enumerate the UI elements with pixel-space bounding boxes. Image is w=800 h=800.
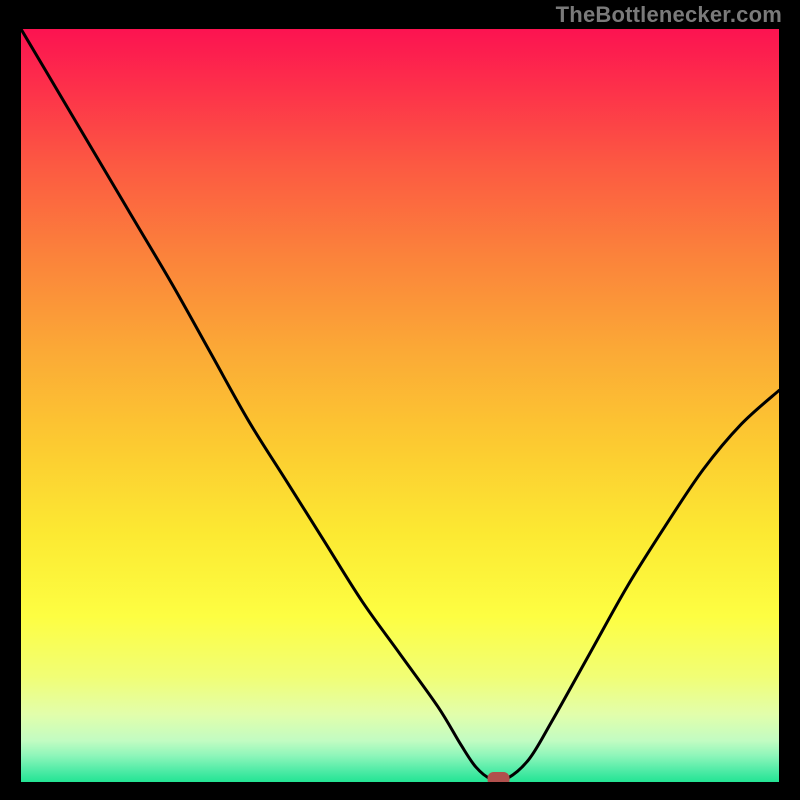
attribution-text: TheBottlenecker.com bbox=[556, 2, 782, 28]
bottleneck-chart bbox=[21, 29, 779, 782]
chart-background-gradient bbox=[21, 29, 779, 782]
optimal-point-marker bbox=[488, 772, 510, 782]
chart-area bbox=[21, 29, 779, 782]
